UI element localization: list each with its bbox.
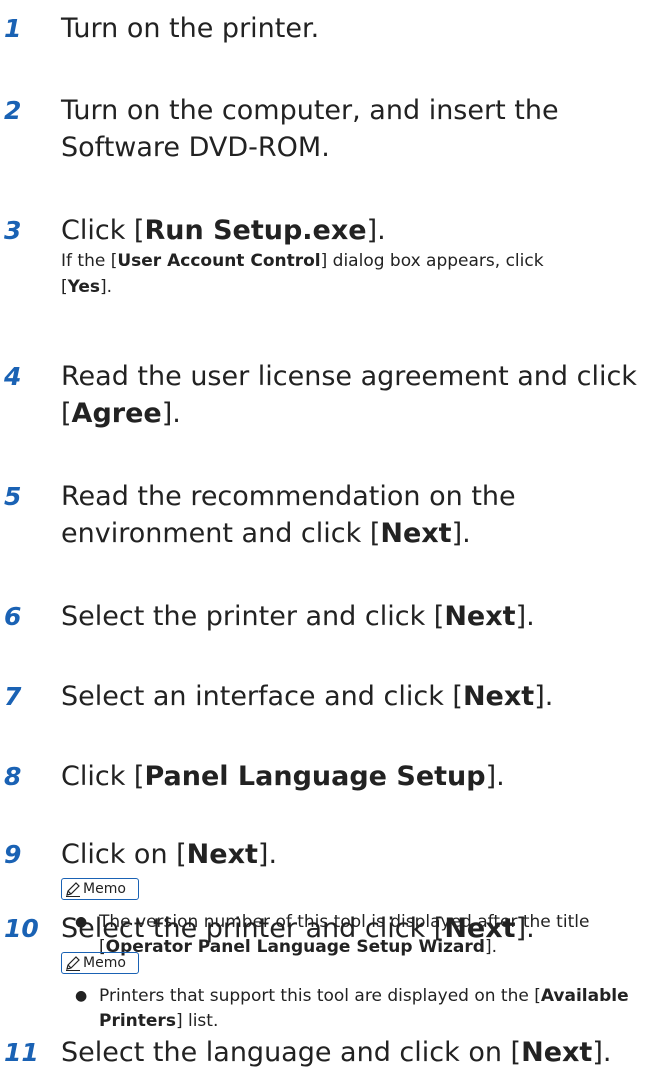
memo-label: Memo — [83, 954, 126, 971]
memo-badge: Memo — [61, 878, 139, 900]
pencil-icon — [66, 881, 80, 897]
bullet-dot: ● — [75, 988, 88, 1004]
step-number: 4 — [4, 362, 22, 391]
memo-badge: Memo — [61, 952, 139, 974]
step-number: 8 — [4, 762, 22, 791]
step-number: 5 — [4, 482, 22, 511]
pencil-icon — [66, 955, 80, 971]
step-text: Select the language and click on [Next]. — [61, 1037, 612, 1068]
step-text: Click [Run Setup.exe]. — [61, 215, 386, 246]
step-number: 1 — [4, 14, 22, 43]
step-text: Click on [Next]. — [61, 839, 278, 870]
step-text: Select the printer and click [Next]. — [61, 601, 535, 632]
step-note: If the [User Account Control] dialog box… — [61, 251, 544, 297]
step-text: Read the recommendation on the environme… — [61, 481, 516, 549]
step-text: Select the printer and click [Next]. — [61, 913, 535, 944]
step-text: Turn on the printer. — [61, 13, 320, 44]
step-number: 10 — [4, 914, 39, 943]
step-number: 3 — [4, 216, 22, 245]
step-text: Turn on the computer, and insert the Sof… — [61, 95, 559, 163]
step-number: 9 — [4, 840, 22, 869]
step-text: Select an interface and click [Next]. — [61, 681, 554, 712]
memo-text: Printers that support this tool are disp… — [99, 986, 629, 1031]
step-number: 7 — [4, 682, 22, 711]
step-number: 6 — [4, 602, 22, 631]
step-number: 2 — [4, 96, 22, 125]
step-number: 11 — [4, 1038, 39, 1067]
step-text: Read the user license agreement and clic… — [61, 361, 637, 429]
step-text: Click [Panel Language Setup]. — [61, 761, 505, 792]
memo-label: Memo — [83, 880, 126, 897]
